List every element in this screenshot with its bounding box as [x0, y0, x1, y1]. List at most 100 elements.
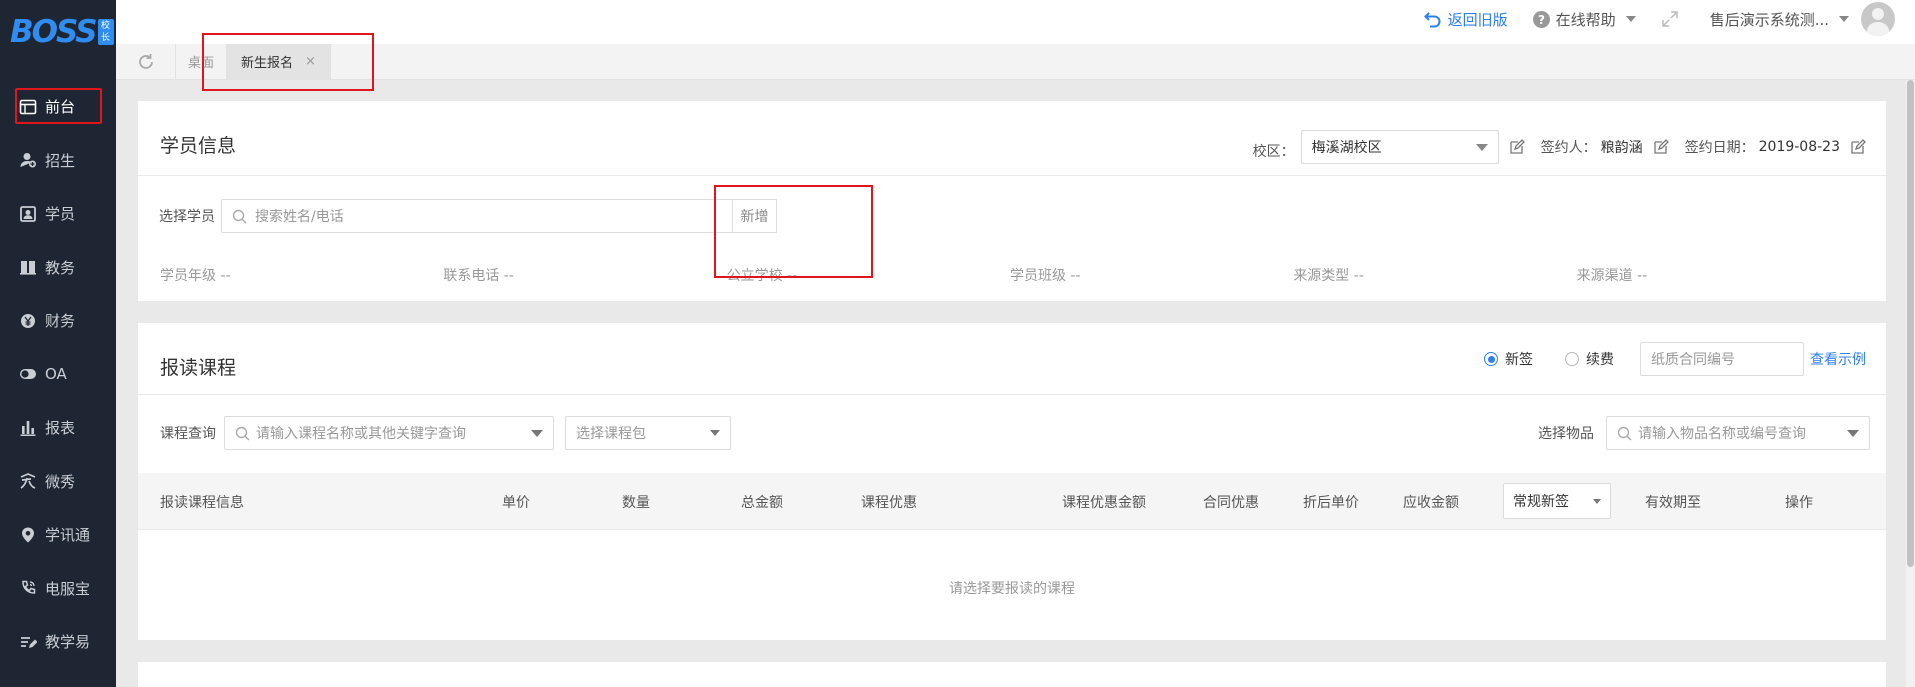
col-qty: 数量: [622, 495, 650, 511]
student-grade: 学员年级 --: [160, 268, 231, 284]
toggle-icon: [18, 364, 38, 384]
radio-new-sign[interactable]: 新签: [1484, 349, 1533, 369]
sidebar-item-jiaoxueyi[interactable]: 教学易: [0, 615, 116, 669]
radio-new-label: 新签: [1505, 352, 1533, 368]
refresh-icon: [136, 52, 156, 72]
question-circle-icon: ?: [1532, 10, 1551, 29]
source-type: 来源类型 --: [1293, 268, 1364, 284]
student-search-placeholder: 搜索姓名/电话: [255, 209, 344, 225]
user-add-icon: [18, 150, 38, 170]
sidebar-item-academic[interactable]: 教务: [0, 241, 116, 295]
book-icon: [18, 257, 38, 277]
student-phone: 联系电话 --: [443, 268, 514, 284]
sidebar-item-label: 前台: [45, 98, 76, 117]
pen-lines-icon: [18, 632, 38, 652]
search-icon: [232, 209, 247, 224]
view-example-link[interactable]: 查看示例: [1810, 349, 1866, 369]
user-menu[interactable]: 售后演示系统测...: [1710, 2, 1895, 36]
sidebar-item-label: 学讯通: [45, 526, 91, 545]
select-student-row: 选择学员 搜索姓名/电话 新增: [159, 199, 777, 233]
refresh-button[interactable]: [116, 43, 176, 80]
date-value: 2019-08-23: [1758, 139, 1840, 155]
goods-search-input[interactable]: 请输入物品名称或编号查询: [1606, 416, 1870, 450]
edit-icon[interactable]: [1509, 139, 1525, 155]
contract-meta: 校区： 梅溪湖校区 签约人： 粮韵涵 签约日期： 2019-08-23: [1253, 130, 1866, 164]
goods-label: 选择物品: [1538, 426, 1594, 442]
sidebar-item-xuexuntong[interactable]: 学讯通: [0, 508, 116, 562]
chevron-down-icon: [710, 430, 720, 436]
online-help-menu[interactable]: ? 在线帮助: [1532, 9, 1636, 30]
campus-select[interactable]: 梅溪湖校区: [1300, 130, 1499, 164]
top-right-actions: 返回旧版 ? 在线帮助 售后演示系统测...: [1400, 0, 1895, 38]
back-old-version-link[interactable]: 返回旧版: [1423, 9, 1508, 30]
edit-icon[interactable]: [1850, 139, 1866, 155]
course-package-select[interactable]: 选择课程包: [565, 416, 731, 450]
student-search-input[interactable]: 搜索姓名/电话: [221, 199, 733, 233]
location-icon: [18, 525, 38, 545]
sidebar: BOSS 校长 前台 招生 学员 教务 财务 OA 报表 微秀 学讯通 电服宝 …: [0, 0, 116, 687]
col-action: 操作: [1785, 495, 1813, 511]
logo-text: BOSS: [10, 14, 98, 50]
edit-icon[interactable]: [1653, 139, 1669, 155]
student-class: 学员班级 --: [1009, 268, 1081, 284]
bar-chart-icon: [18, 418, 38, 438]
radio-renew[interactable]: 续费: [1565, 349, 1614, 369]
student-info-title: 学员信息: [160, 135, 237, 157]
sidebar-item-students[interactable]: 学员: [0, 187, 116, 241]
sign-type-select[interactable]: 常规新签: [1503, 483, 1611, 519]
sidebar-item-oa[interactable]: OA: [0, 348, 116, 402]
sidebar-item-frontdesk[interactable]: 前台: [0, 80, 116, 134]
course-header-actions: 新签 续费 纸质合同编号 查看示例: [1484, 342, 1866, 376]
back-old-version-label: 返回旧版: [1447, 10, 1508, 29]
sidebar-item-label: 财务: [45, 312, 76, 331]
date-label: 签约日期：: [1684, 140, 1755, 156]
radio-renew-label: 续费: [1586, 352, 1614, 368]
course-query-label: 课程查询: [160, 426, 216, 442]
sidebar-item-reports[interactable]: 报表: [0, 401, 116, 455]
source-channel: 来源渠道 --: [1576, 268, 1648, 284]
undo-icon: [1423, 10, 1442, 28]
main-content: 学员信息 校区： 梅溪湖校区 签约人： 粮韵涵 签约日期： 2019-08-23: [116, 80, 1906, 687]
col-valid-until: 有效期至: [1645, 495, 1701, 511]
col-discount: 课程优惠: [861, 495, 917, 511]
next-card: [138, 662, 1886, 687]
radio-unchecked-icon: [1565, 352, 1579, 366]
highlight-box-add: [714, 185, 873, 278]
search-icon: [1617, 426, 1632, 441]
goods-query-row: 选择物品 请输入物品名称或编号查询: [1538, 416, 1870, 450]
course-table-header: 报读课程信息 单价 数量 总金额 课程优惠 课程优惠金额 合同优惠 折后单价 应…: [138, 473, 1886, 530]
sidebar-item-label: 教学易: [45, 633, 91, 652]
sidebar-item-weixiu[interactable]: 微秀: [0, 455, 116, 509]
course-search-placeholder: 请输入课程名称或其他关键字查询: [256, 426, 466, 442]
sidebar-item-dianfubao[interactable]: 电服宝: [0, 562, 116, 616]
student-info-header: 学员信息 校区： 梅溪湖校区 签约人： 粮韵涵 签约日期： 2019-08-23: [138, 101, 1886, 176]
course-search-input[interactable]: 请输入课程名称或其他关键字查询: [224, 416, 554, 450]
empty-state-text: 请选择要报读的课程: [949, 581, 1075, 597]
chevron-down-icon: [1475, 143, 1488, 151]
sidebar-item-enroll[interactable]: 招生: [0, 134, 116, 188]
student-details: 学员年级 -- 联系电话 -- 公立学校 -- 学员班级 -- 来源类型 -- …: [160, 265, 1860, 285]
fullscreen-button[interactable]: [1660, 9, 1680, 29]
radio-checked-icon: [1484, 352, 1498, 366]
sidebar-item-finance[interactable]: 财务: [0, 294, 116, 348]
course-header: 报读课程 新签 续费 纸质合同编号 查看示例: [138, 323, 1886, 395]
course-title: 报读课程: [160, 357, 237, 379]
chevron-down-icon: [1839, 16, 1849, 22]
col-contract-discount: 合同优惠: [1203, 495, 1259, 511]
signer-value: 粮韵涵: [1600, 140, 1643, 156]
col-course-info: 报读课程信息: [160, 495, 244, 511]
top-bar: 返回旧版 ? 在线帮助 售后演示系统测...: [116, 0, 1915, 44]
select-student-label: 选择学员: [159, 209, 215, 225]
svg-text:?: ?: [1538, 13, 1545, 27]
user-name: 售后演示系统测...: [1709, 10, 1829, 29]
col-net-price: 折后单价: [1303, 495, 1359, 511]
contract-number-input[interactable]: 纸质合同编号: [1640, 342, 1804, 376]
boss-logo[interactable]: BOSS 校长: [10, 12, 114, 52]
avatar: [1861, 2, 1895, 36]
sidebar-item-label: 招生: [45, 151, 76, 170]
sidebar-item-label: OA: [45, 365, 67, 384]
contract-number-placeholder: 纸质合同编号: [1651, 352, 1735, 368]
scrollbar-thumb[interactable]: [1907, 80, 1914, 567]
sign-type-value: 常规新签: [1513, 494, 1569, 510]
page-scrollbar[interactable]: [1906, 80, 1915, 687]
